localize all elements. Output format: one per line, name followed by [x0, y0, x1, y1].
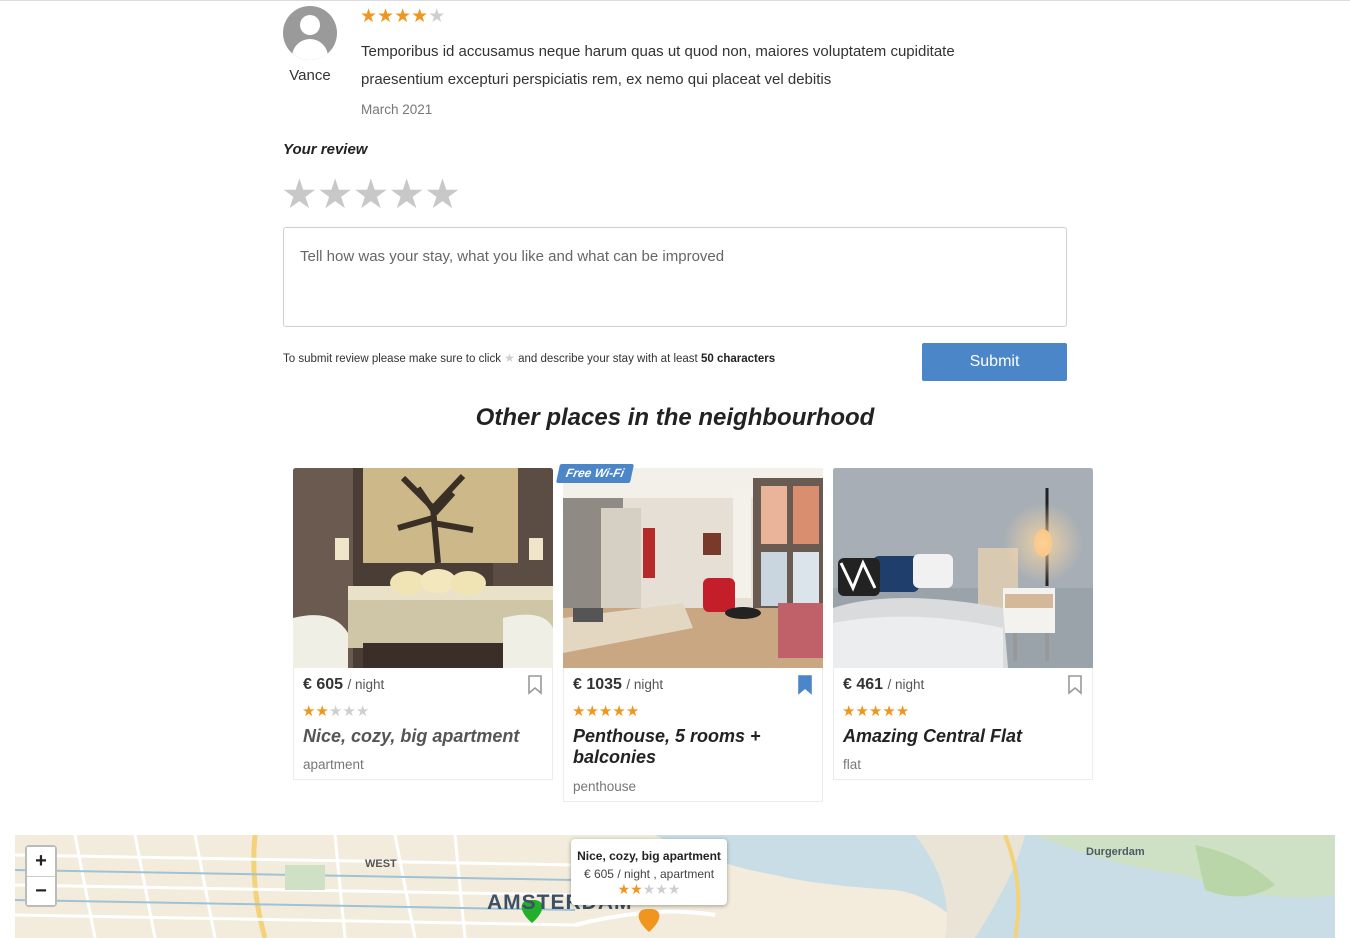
review-rating: ★★★★★: [360, 5, 445, 29]
review-textarea[interactable]: [283, 227, 1067, 327]
star-icon: ★: [328, 703, 343, 720]
listing-rating: ★★★★★: [572, 702, 639, 720]
star-icon: ★: [302, 703, 316, 720]
star-icon: ★: [572, 703, 586, 720]
listing-type: apartment: [303, 757, 364, 772]
listing-card[interactable]: € 605 / night ★★★★★ Nice, cozy, big apar…: [293, 468, 553, 780]
zoom-in-button[interactable]: +: [27, 847, 55, 876]
listing-name[interactable]: Amazing Central Flat: [843, 726, 1083, 747]
star-icon: ★: [855, 703, 869, 720]
listing-type: penthouse: [573, 779, 637, 794]
listing-type: flat: [843, 757, 862, 772]
star-icon: ★: [617, 881, 631, 897]
star-icon: ★: [630, 881, 643, 897]
map-label-west: WEST: [365, 858, 397, 870]
listing-name[interactable]: Nice, cozy, big apartment: [303, 726, 543, 747]
star-icon: ★: [625, 703, 640, 720]
review-date: March 2021: [361, 102, 433, 117]
map[interactable]: WEST Durgerdam AMSTERDAM + − Nice, cozy,…: [15, 835, 1335, 938]
rate-star-5-icon[interactable]: ★: [424, 171, 461, 217]
map-popup[interactable]: Nice, cozy, big apartment € 605 / night …: [571, 839, 727, 905]
rate-star-2-icon[interactable]: ★: [317, 171, 354, 217]
star-icon: ★: [355, 703, 370, 720]
bookmark-icon[interactable]: [527, 675, 543, 695]
bookmark-filled-icon[interactable]: [797, 675, 813, 695]
star-icon: ★: [504, 351, 515, 365]
listing-photo[interactable]: [293, 468, 553, 668]
listing-price: € 605 / night: [303, 676, 385, 693]
star-icon: ★: [868, 703, 883, 720]
star-icon: ★: [585, 703, 599, 720]
listing-rating: ★★★★★: [302, 702, 369, 720]
map-label-durgerdam: Durgerdam: [1086, 846, 1145, 858]
rate-star-3-icon[interactable]: ★: [353, 171, 390, 217]
listing-price: € 1035 / night: [573, 676, 664, 693]
listing-price: € 461 / night: [843, 676, 925, 693]
section-title: Other places in the neighbourhood: [475, 404, 875, 431]
star-icon: ★: [360, 6, 378, 27]
star-icon: ★: [895, 703, 910, 720]
star-icon: ★: [642, 881, 656, 897]
star-icon: ★: [342, 703, 356, 720]
star-icon: ★: [394, 6, 412, 27]
star-icon: ★: [598, 703, 613, 720]
star-icon: ★: [655, 881, 668, 897]
popup-title[interactable]: Nice, cozy, big apartment: [571, 849, 727, 863]
listing-card[interactable]: € 461 / night ★★★★★ Amazing Central Flat…: [833, 468, 1093, 780]
zoom-out-button[interactable]: −: [27, 876, 55, 905]
popup-rating: ★★★★★: [571, 882, 727, 896]
listing-name[interactable]: Penthouse, 5 rooms + balconies: [573, 726, 773, 768]
popup-meta: € 605 / night , apartment: [583, 867, 715, 881]
rate-star-4-icon[interactable]: ★: [388, 171, 425, 217]
submit-hint: To submit review please make sure to cli…: [283, 351, 776, 365]
star-icon: ★: [882, 703, 896, 720]
your-review-heading: Your review: [283, 141, 368, 158]
submit-button[interactable]: Submit: [922, 343, 1067, 381]
star-icon: ★: [842, 703, 856, 720]
star-icon: ★: [667, 881, 681, 897]
user-avatar-icon: [283, 6, 337, 60]
listing-photo[interactable]: [563, 468, 823, 668]
star-icon: ★: [315, 703, 329, 720]
star-icon: ★: [411, 6, 429, 27]
map-zoom-control: + −: [25, 845, 57, 907]
free-wifi-badge: Free Wi-Fi: [555, 464, 634, 483]
review-text: Temporibus id accusamus neque harum quas…: [361, 43, 955, 88]
listing-rating: ★★★★★: [842, 702, 909, 720]
star-icon: ★: [428, 6, 446, 27]
listing-card[interactable]: € 1035 / night ★★★★★ Penthouse, 5 rooms …: [563, 468, 823, 802]
rate-star-1-icon[interactable]: ★: [281, 171, 318, 217]
listing-photo[interactable]: [833, 468, 1093, 668]
rating-input[interactable]: ★★★★★: [281, 171, 461, 217]
bookmark-icon[interactable]: [1067, 675, 1083, 695]
reviewer-name: Vance: [289, 67, 331, 84]
top-divider: [0, 0, 1350, 1]
star-icon: ★: [612, 703, 626, 720]
star-icon: ★: [377, 6, 395, 27]
